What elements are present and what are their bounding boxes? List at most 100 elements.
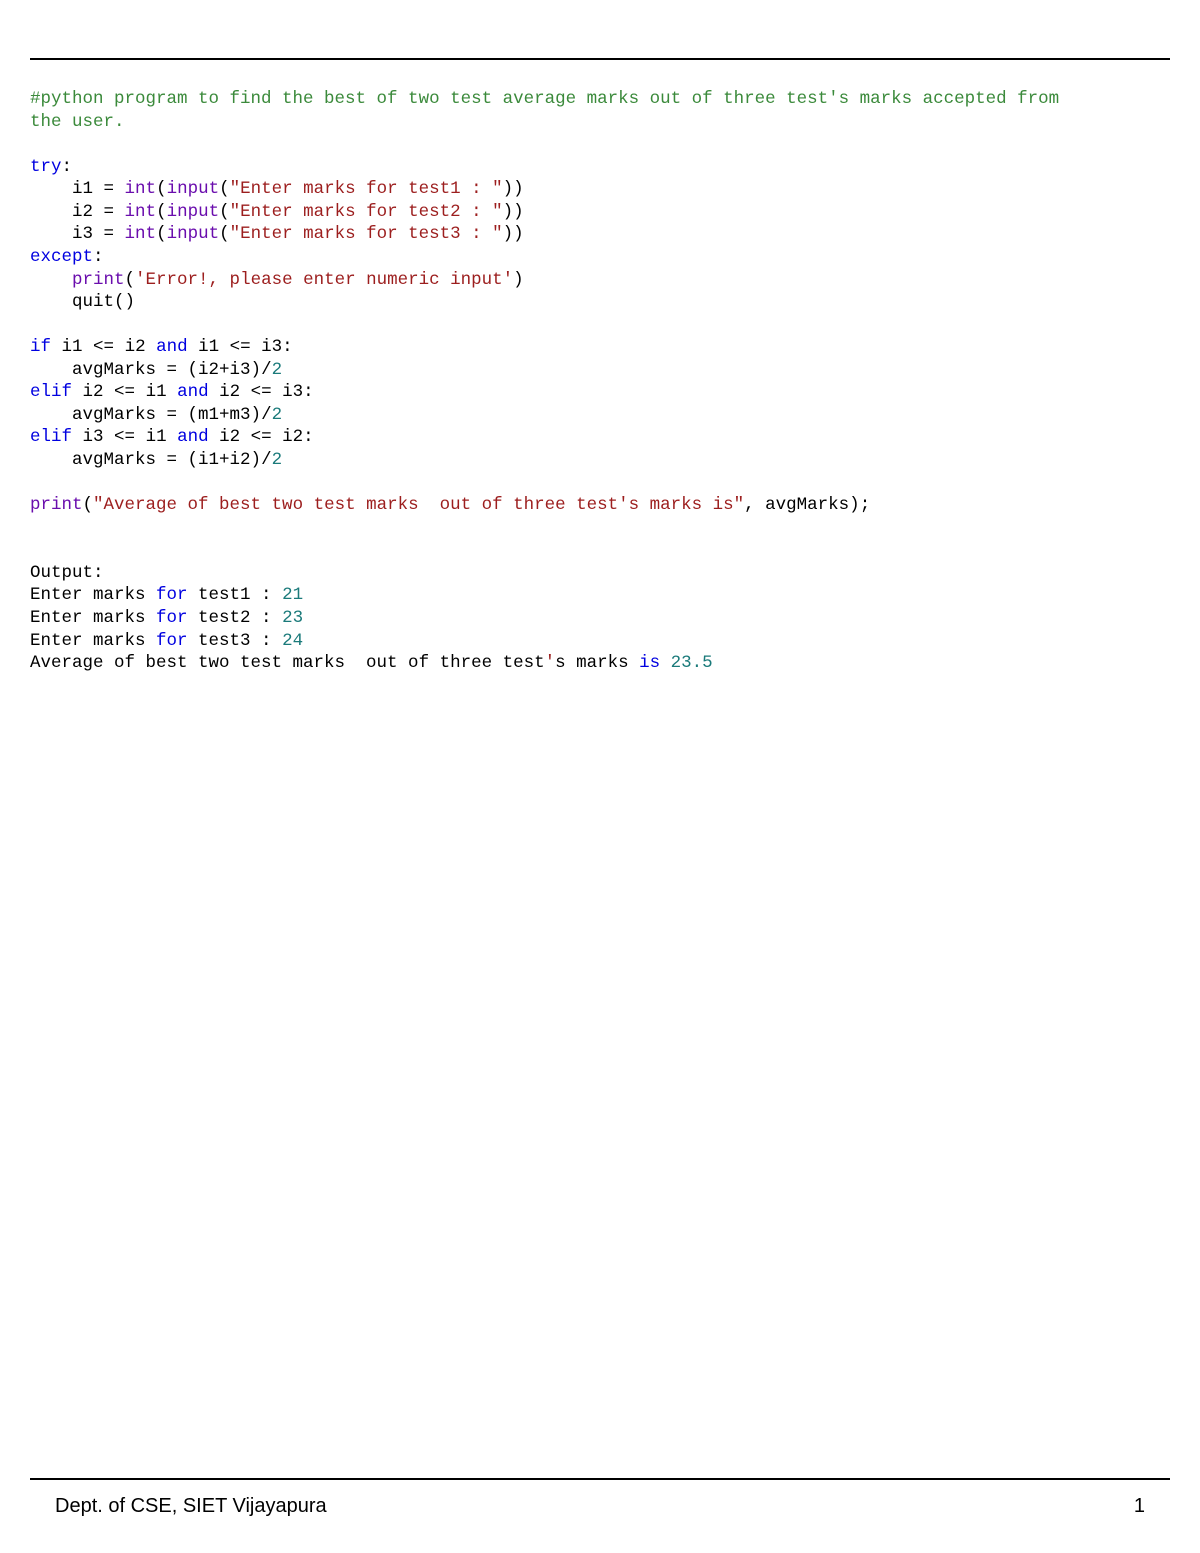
paren-open: ( <box>219 224 230 244</box>
var-i1: i1 <box>146 382 167 402</box>
var-avgmarks: avgMarks <box>72 360 156 380</box>
op-eq: = <box>156 405 188 425</box>
var-i1: i1 <box>72 179 93 199</box>
var-i3: i3 <box>282 382 303 402</box>
expr-i2i3: (i2+i3) <box>188 360 262 380</box>
paren-open: ( <box>125 270 136 290</box>
var-i3: i3 <box>72 224 93 244</box>
paren-open: ( <box>156 179 167 199</box>
output-line3-val: 24 <box>282 631 303 651</box>
output-line2-pre: Enter marks <box>30 608 156 628</box>
number-2: 2 <box>272 360 283 380</box>
builtin-int: int <box>125 202 157 222</box>
op-lte: <= <box>240 427 282 447</box>
var-i2: i2 <box>72 202 93 222</box>
paren-close: ) <box>513 270 524 290</box>
page-footer: Dept. of CSE, SIET Vijayapura 1 <box>55 1495 1145 1518</box>
expr-i1i2: (i1+i2) <box>188 450 262 470</box>
builtin-int: int <box>125 224 157 244</box>
var-i2: i2 <box>282 427 303 447</box>
colon: : <box>62 157 73 177</box>
op-lte: <= <box>104 427 146 447</box>
colon: : <box>282 337 293 357</box>
indent <box>30 270 72 290</box>
op-slash: / <box>261 450 272 470</box>
output-line2-val: 23 <box>282 608 303 628</box>
paren-open: ( <box>219 179 230 199</box>
output-line2-post: test2 : <box>188 608 283 628</box>
paren-close-close: )) <box>503 179 524 199</box>
comma: , <box>744 495 765 515</box>
paren-open: ( <box>156 224 167 244</box>
string-avg: "Average of best two test marks out of t… <box>93 495 744 515</box>
output-line3-pre: Enter marks <box>30 631 156 651</box>
var-avgmarks: avgMarks <box>72 405 156 425</box>
output-line4-val: 23.5 <box>671 653 713 673</box>
indent <box>30 224 72 244</box>
keyword-try: try <box>30 157 62 177</box>
var-avgmarks: avgMarks <box>765 495 849 515</box>
footer-page-number: 1 <box>1134 1495 1145 1518</box>
number-2: 2 <box>272 450 283 470</box>
code-content: #python program to find the best of two … <box>30 88 1170 675</box>
op-eq: = <box>156 450 188 470</box>
var-avgmarks: avgMarks <box>72 450 156 470</box>
string-test3: "Enter marks for test3 : " <box>230 224 503 244</box>
output-line4-pre: Average of best two test marks out of th… <box>30 653 545 673</box>
number-2: 2 <box>272 405 283 425</box>
output-line4-mid: s marks <box>555 653 639 673</box>
keyword-except: except <box>30 247 93 267</box>
op-lte: <= <box>240 382 282 402</box>
var-i1: i1 <box>62 337 83 357</box>
colon: : <box>93 247 104 267</box>
keyword-for: for <box>156 631 188 651</box>
string-error: 'Error!, please enter numeric input' <box>135 270 513 290</box>
var-i3: i3 <box>261 337 282 357</box>
builtin-print: print <box>72 270 125 290</box>
semicolon: ; <box>860 495 871 515</box>
indent <box>30 405 72 425</box>
colon: : <box>303 382 314 402</box>
keyword-elif: elif <box>30 427 72 447</box>
var-i2: i2 <box>219 427 240 447</box>
output-line1-post: test1 : <box>188 585 283 605</box>
output-line4-apos: ' <box>545 653 556 673</box>
output-line3-post: test3 : <box>188 631 283 651</box>
paren-open: ( <box>219 202 230 222</box>
code-comment-line1: #python program to find the best of two … <box>30 89 1059 109</box>
op-slash: / <box>261 360 272 380</box>
indent <box>30 292 72 312</box>
op-lte: <= <box>83 337 125 357</box>
keyword-for: for <box>156 585 188 605</box>
keyword-if: if <box>30 337 51 357</box>
keyword-for: for <box>156 608 188 628</box>
var-i2: i2 <box>83 382 104 402</box>
expr-m1m3: (m1+m3) <box>188 405 262 425</box>
paren-close: ) <box>125 292 136 312</box>
var-i1: i1 <box>146 427 167 447</box>
output-label: Output: <box>30 563 104 583</box>
paren-open: ( <box>114 292 125 312</box>
paren-close-close: )) <box>503 224 524 244</box>
colon: : <box>303 427 314 447</box>
op-lte: <= <box>219 337 261 357</box>
paren-close-close: )) <box>503 202 524 222</box>
footer-left-text: Dept. of CSE, SIET Vijayapura <box>55 1495 327 1518</box>
builtin-input: input <box>167 224 220 244</box>
op-eq: = <box>156 360 188 380</box>
paren-open: ( <box>83 495 94 515</box>
indent <box>30 179 72 199</box>
builtin-print: print <box>30 495 83 515</box>
paren-open: ( <box>156 202 167 222</box>
var-i2: i2 <box>125 337 146 357</box>
output-line1-val: 21 <box>282 585 303 605</box>
indent <box>30 360 72 380</box>
keyword-and: and <box>177 382 209 402</box>
op-eq: = <box>93 224 125 244</box>
op-eq: = <box>93 179 125 199</box>
builtin-quit: quit <box>72 292 114 312</box>
builtin-input: input <box>167 202 220 222</box>
string-test2: "Enter marks for test2 : " <box>230 202 503 222</box>
bottom-border-line <box>30 1478 1170 1480</box>
var-i1: i1 <box>198 337 219 357</box>
